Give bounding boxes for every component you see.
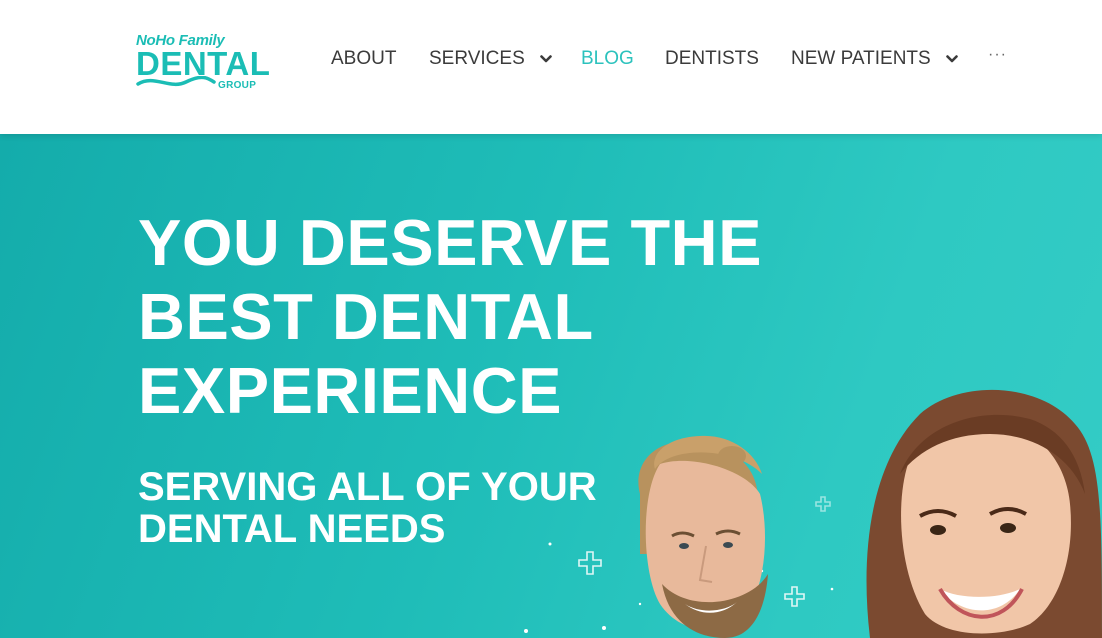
hero-people-image bbox=[638, 389, 1102, 638]
nav-item-label: DENTISTS bbox=[665, 48, 759, 69]
more-icon[interactable]: ··· bbox=[988, 46, 1007, 64]
nav-item-label: NEW PATIENTS bbox=[791, 48, 931, 69]
nav-item-dentists[interactable]: DENTISTS bbox=[665, 48, 759, 70]
chevron-down-icon bbox=[946, 55, 958, 63]
chevron-down-icon bbox=[540, 55, 552, 63]
nav-item-about[interactable]: ABOUT bbox=[331, 48, 396, 70]
nav-item-blog[interactable]: BLOG bbox=[581, 48, 634, 70]
nav-item-label: ABOUT bbox=[331, 48, 397, 69]
nav-item-label: BLOG bbox=[581, 48, 634, 69]
nav-item-label: SERVICES bbox=[429, 48, 525, 69]
site-header: NoHo Family DENTAL GROUP ABOUT SERVICES … bbox=[0, 0, 1102, 134]
brand-logo[interactable]: NoHo Family DENTAL GROUP bbox=[136, 30, 281, 96]
woman-image bbox=[866, 389, 1102, 638]
nav-item-new-patients[interactable]: NEW PATIENTS bbox=[791, 48, 958, 70]
logo-wave-icon bbox=[136, 76, 216, 87]
hero-banner: YOU DESERVE THE BEST DENTAL EXPERIENCE S… bbox=[0, 134, 1102, 638]
man-image bbox=[638, 435, 768, 638]
nav-item-services[interactable]: SERVICES bbox=[429, 48, 552, 70]
logo-line-3: GROUP bbox=[218, 80, 257, 91]
